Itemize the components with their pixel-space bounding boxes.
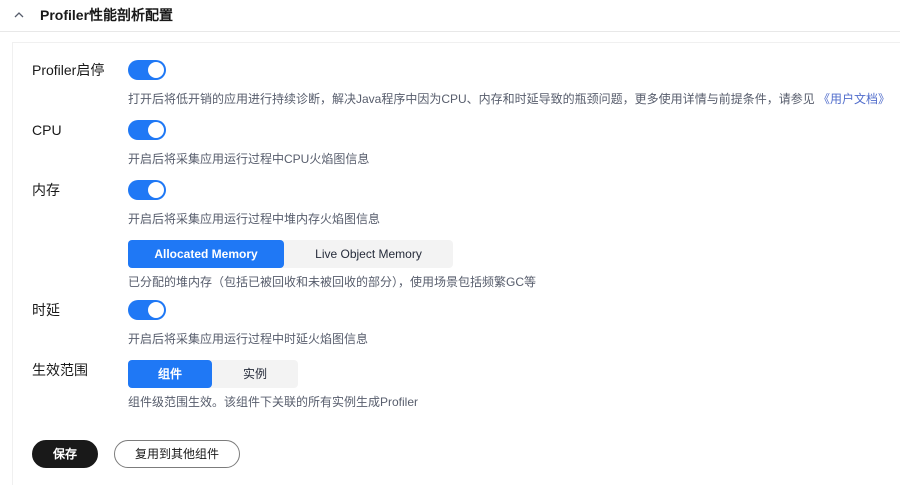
- profiler-description-text: 打开后将低开销的应用进行持续诊断，解决Java程序中因为CPU、内存和时延导致的…: [128, 92, 815, 106]
- cpu-description: 开启后将采集应用运行过程中CPU火焰图信息: [128, 152, 370, 166]
- toggle-knob: [148, 62, 164, 78]
- toggle-knob: [148, 182, 164, 198]
- user-doc-link[interactable]: 《用户文档》: [818, 92, 890, 106]
- reuse-to-other-components-button[interactable]: 复用到其他组件: [114, 440, 240, 468]
- profiler-description: 打开后将低开销的应用进行持续诊断，解决Java程序中因为CPU、内存和时延导致的…: [128, 91, 890, 107]
- section-header: Profiler性能剖析配置: [0, 0, 900, 32]
- latency-label: 时延: [32, 302, 60, 318]
- profiler-toggle[interactable]: [128, 60, 166, 80]
- memory-toggle[interactable]: [128, 180, 166, 200]
- memory-type-selector: Allocated Memory Live Object Memory: [128, 240, 453, 268]
- memory-option-description: 已分配的堆内存（包括已被回收和未被回收的部分），使用场景包括频繁GC等: [128, 275, 537, 289]
- toggle-knob: [148, 122, 164, 138]
- scope-instance-option[interactable]: 实例: [212, 360, 298, 388]
- cpu-toggle[interactable]: [128, 120, 166, 140]
- chevron-up-icon[interactable]: [13, 9, 25, 21]
- scope-component-option[interactable]: 组件: [128, 360, 212, 388]
- latency-description: 开启后将采集应用运行过程中时延火焰图信息: [128, 332, 369, 346]
- save-button[interactable]: 保存: [32, 440, 98, 468]
- live-object-memory-option[interactable]: Live Object Memory: [284, 240, 453, 268]
- scope-label: 生效范围: [32, 362, 88, 378]
- scope-selector: 组件 实例: [128, 360, 298, 388]
- section-title: Profiler性能剖析配置: [40, 7, 174, 23]
- memory-label: 内存: [32, 182, 60, 198]
- scope-description: 组件级范围生效。该组件下关联的所有实例生成Profiler: [128, 395, 419, 409]
- latency-toggle[interactable]: [128, 300, 166, 320]
- profiler-label: Profiler启停: [32, 62, 105, 78]
- cpu-label: CPU: [32, 122, 62, 138]
- allocated-memory-option[interactable]: Allocated Memory: [128, 240, 284, 268]
- memory-description: 开启后将采集应用运行过程中堆内存火焰图信息: [128, 212, 381, 226]
- toggle-knob: [148, 302, 164, 318]
